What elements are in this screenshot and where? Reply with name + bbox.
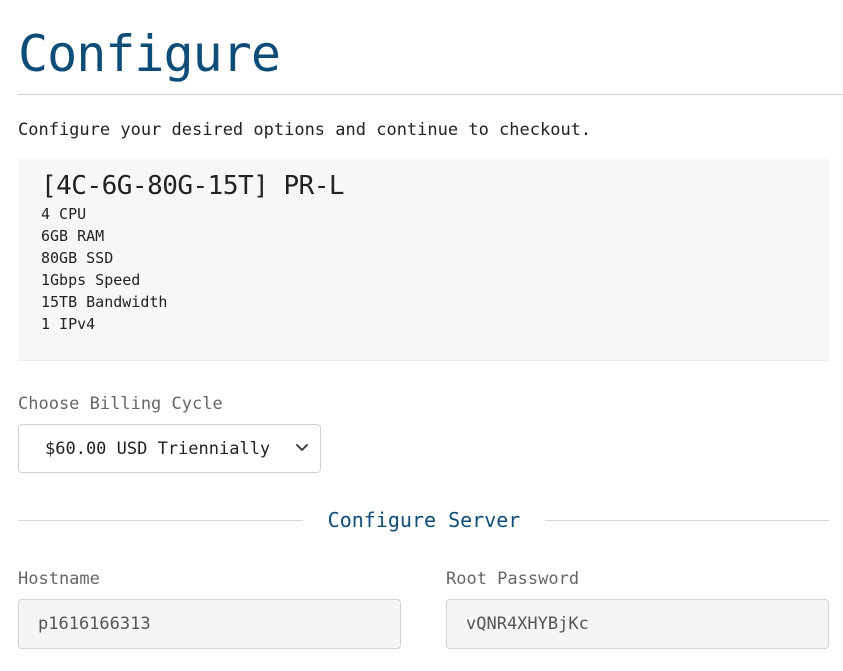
hostname-label: Hostname (18, 569, 100, 589)
section-divider-left (18, 520, 303, 521)
billing-cycle-select[interactable]: $60.00 USD Triennially (18, 424, 321, 473)
page-title: Configure (18, 25, 281, 83)
feature-cpu: 4 CPU (41, 205, 87, 223)
section-divider-right (545, 520, 829, 521)
root-password-label: Root Password (446, 569, 580, 589)
chevron-down-icon (296, 444, 308, 451)
feature-speed: 1Gbps Speed (41, 271, 141, 289)
feature-bandwidth: 15TB Bandwidth (41, 293, 168, 311)
billing-cycle-label: Choose Billing Cycle (18, 394, 223, 414)
configure-server-heading: Configure Server (327, 508, 521, 532)
product-feature-list: 4 CPU 6GB RAM 80GB SSD 1Gbps Speed 15TB … (41, 203, 167, 335)
hostname-input[interactable] (18, 599, 401, 649)
billing-cycle-selected-value: $60.00 USD Triennially (45, 439, 271, 459)
product-name: [4C-6G-80G-15T] PR-L (41, 171, 345, 201)
intro-text: Configure your desired options and conti… (18, 120, 592, 140)
root-password-input[interactable] (446, 599, 829, 649)
feature-ipv4: 1 IPv4 (41, 315, 96, 333)
feature-storage: 80GB SSD (41, 249, 114, 267)
title-divider (18, 94, 843, 95)
feature-ram: 6GB RAM (41, 227, 105, 245)
product-info-box: [4C-6G-80G-15T] PR-L 4 CPU 6GB RAM 80GB … (18, 158, 829, 361)
